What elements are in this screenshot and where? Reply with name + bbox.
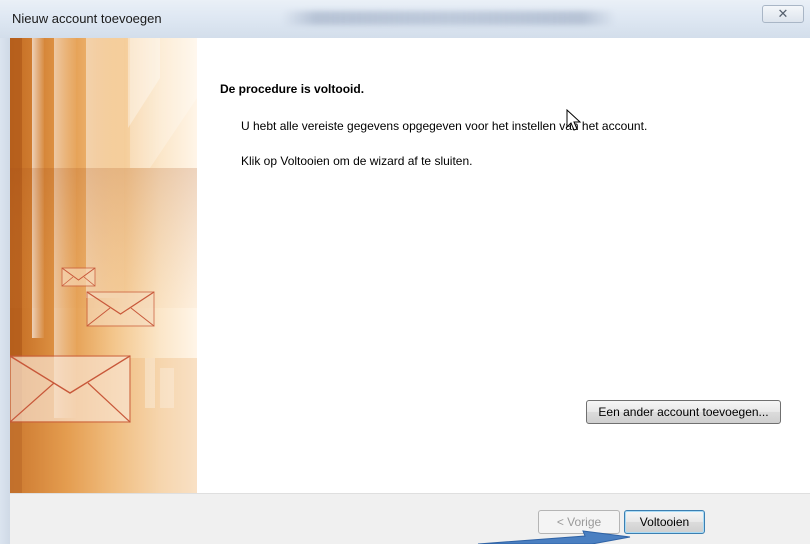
mouse-pointer-icon: [566, 109, 582, 131]
instruction-text: Klik op Voltooien om de wizard af te slu…: [241, 154, 473, 168]
close-icon: ✕: [777, 6, 789, 22]
window-title: Nieuw account toevoegen: [12, 11, 162, 26]
back-button[interactable]: < Vorige: [538, 510, 620, 534]
add-account-dialog: Nieuw account toevoegen ✕ De procedure i…: [0, 0, 810, 544]
light-beam: [145, 358, 155, 408]
title-bar[interactable]: Nieuw account toevoegen ✕: [0, 0, 810, 39]
envelope-icon: [61, 267, 96, 287]
window-frame-left: [0, 38, 10, 544]
decorative-envelope-art: [10, 38, 197, 493]
envelope-icon: [10, 355, 131, 423]
finish-button[interactable]: Voltooien: [624, 510, 705, 534]
add-another-account-button[interactable]: Een ander account toevoegen...: [586, 400, 781, 424]
page-heading: De procedure is voltooid.: [220, 82, 365, 96]
close-button[interactable]: ✕: [762, 5, 804, 23]
blurred-account-info: [282, 11, 616, 25]
decorative-side-panel: [10, 38, 197, 493]
envelope-icon: [86, 291, 155, 327]
light-beam: [160, 368, 174, 408]
info-text: U hebt alle vereiste gegevens opgegeven …: [241, 119, 648, 133]
shade: [10, 168, 197, 308]
